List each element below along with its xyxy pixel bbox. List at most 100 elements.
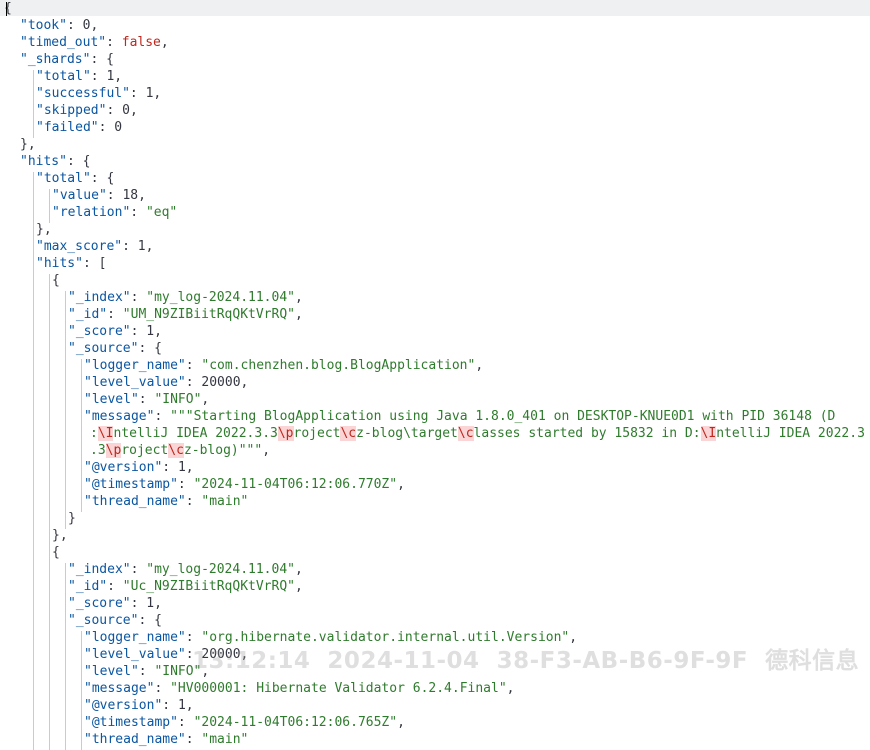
json-key: "skipped" [36, 103, 107, 118]
json-punctuation: : [106, 188, 123, 203]
json-key: "level" [84, 664, 139, 679]
json-key: "message" [84, 681, 155, 696]
json-string: ntelliJ IDEA 2022.3.3 [113, 426, 278, 441]
code-line: "logger_name": "com.chenzhen.blog.BlogAp… [84, 357, 483, 374]
json-string: "main" [201, 732, 249, 747]
json-key: "level_value" [84, 375, 186, 390]
escape-highlight: \I [700, 426, 717, 441]
json-number: 0 [122, 103, 130, 118]
json-string: : [90, 426, 98, 441]
json-string: "my_log-2024.11.04" [146, 562, 295, 577]
json-key: "hits" [36, 256, 83, 271]
json-punctuation: : [162, 460, 178, 475]
json-punctuation: : [138, 664, 155, 679]
json-string: roject [293, 426, 341, 441]
json-string: "my_log-2024.11.04" [146, 290, 295, 305]
code-line: "_source": { [68, 340, 162, 357]
json-key: "@version" [84, 460, 163, 475]
json-key: "message" [84, 409, 155, 424]
json-number: 1 [177, 698, 186, 713]
json-punctuation: : [185, 375, 202, 390]
code-line: "took": 0, [20, 17, 98, 34]
code-line: "failed": 0 [36, 119, 122, 136]
code-line: }, [36, 221, 52, 238]
json-punctuation: : [154, 681, 171, 696]
json-key: "_source" [68, 613, 139, 628]
json-punctuation: , [240, 647, 249, 662]
escape-highlight: \c [457, 426, 474, 441]
json-punctuation: , [201, 392, 210, 407]
json-punctuation: }, [52, 528, 68, 543]
code-line: "message": "HV000001: Hibernate Validato… [84, 680, 514, 697]
indent-guide [65, 291, 66, 529]
json-punctuation: : [90, 69, 107, 84]
json-punctuation: : { [138, 341, 162, 356]
code-line: "level_value": 20000, [84, 374, 248, 391]
code-line: "_id": "UM_N9ZIBiitRqQKtVrRQ", [68, 306, 303, 323]
json-punctuation: : [177, 715, 194, 730]
json-punctuation: , [295, 290, 303, 305]
json-string: "2024-11-04T06:12:06.770Z" [193, 477, 398, 492]
json-punctuation: , [569, 630, 578, 645]
code-line: { [52, 272, 60, 289]
json-string: ntelliJ IDEA 2022.3 [716, 426, 865, 441]
code-line: "_source": { [68, 612, 162, 629]
code-line: "total": { [36, 170, 114, 187]
json-key: "@timestamp" [84, 477, 178, 492]
json-punctuation: , [475, 358, 484, 373]
json-punctuation: , [295, 562, 303, 577]
json-punctuation: : [66, 18, 83, 33]
json-string: "INFO" [154, 392, 202, 407]
code-line: "_score": 1, [68, 595, 162, 612]
json-punctuation: , [185, 460, 194, 475]
json-key: "successful" [36, 86, 130, 101]
json-key: "value" [52, 188, 107, 203]
json-string: "INFO" [154, 664, 202, 679]
json-key: "_index" [68, 562, 131, 577]
code-line: "successful": 1, [36, 85, 161, 102]
json-punctuation: : [122, 239, 138, 254]
code-line: "hits": [ [36, 255, 106, 272]
json-number: 20000 [201, 375, 241, 390]
json-punctuation: : [185, 494, 202, 509]
json-punctuation: , [506, 681, 515, 696]
json-punctuation: : { [90, 52, 114, 67]
json-string: """Starting BlogApplication using Java 1… [170, 409, 836, 424]
escape-highlight: \p [277, 426, 294, 441]
json-number: 1 [146, 596, 155, 611]
code-line: "total": 1, [36, 68, 122, 85]
json-string: z-blog\target [356, 426, 458, 441]
json-punctuation: , [185, 698, 194, 713]
json-punctuation: : [177, 477, 194, 492]
indent-guide [49, 189, 50, 223]
code-line: "level": "INFO", [84, 663, 209, 680]
json-punctuation: : [154, 409, 171, 424]
indent-guide [65, 563, 66, 750]
code-line: "value": 18, [52, 187, 146, 204]
json-string: "eq" [145, 205, 178, 220]
json-key: "hits" [20, 154, 67, 169]
escape-highlight: \c [340, 426, 357, 441]
json-punctuation: { [52, 273, 60, 288]
json-string: "org.hibernate.validator.internal.util.V… [201, 630, 570, 645]
json-key: "level_value" [84, 647, 186, 662]
json-key: "thread_name" [84, 494, 186, 509]
json-punctuation: : [ [82, 256, 107, 271]
json-punctuation: : [106, 103, 123, 118]
code-line: "timed_out": false, [20, 34, 169, 51]
json-punctuation: , [114, 69, 123, 84]
json-key: "total" [36, 69, 91, 84]
json-response-editor[interactable]: {"took": 0, "timed_out": false, "_shards":… [0, 0, 870, 750]
json-key: "@timestamp" [84, 715, 178, 730]
json-punctuation: : [98, 120, 115, 135]
json-punctuation: : { [138, 613, 162, 628]
json-punctuation: : [106, 35, 122, 50]
json-punctuation: , [294, 307, 303, 322]
json-key: "failed" [36, 120, 99, 135]
escape-highlight: \I [97, 426, 114, 441]
json-punctuation: }, [36, 222, 52, 237]
json-key: "_index" [68, 290, 131, 305]
code-line: "_index": "my_log-2024.11.04", [68, 561, 303, 578]
json-punctuation: , [160, 35, 169, 50]
json-punctuation: : { [66, 154, 91, 169]
